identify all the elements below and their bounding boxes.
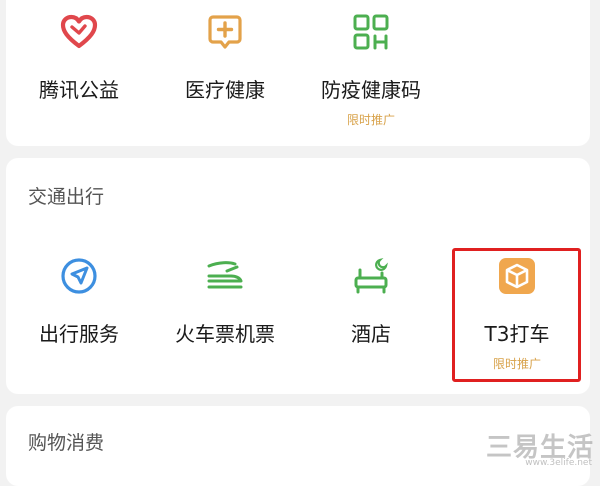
train-icon [205, 256, 245, 296]
navigation-arrow-icon [59, 256, 99, 296]
tile-train-flight-tickets[interactable]: 火车票机票 [152, 256, 298, 347]
tile-medical-health[interactable]: 医疗健康 [152, 12, 298, 103]
tile-health-code[interactable]: 防疫健康码 限时推广 [298, 12, 444, 128]
tile-label: 酒店 [351, 322, 391, 346]
tile-trip-service[interactable]: 出行服务 [6, 256, 152, 347]
tile-label: T3打车 [484, 322, 550, 346]
medical-cross-icon [205, 12, 245, 52]
tile-label: 腾讯公益 [39, 78, 119, 102]
promo-badge: 限时推广 [346, 113, 395, 127]
promo-badge: 限时推广 [492, 357, 541, 371]
tile-label: 防疫健康码 [321, 78, 421, 102]
section-title-travel: 交通出行 [28, 186, 105, 208]
tile-label: 出行服务 [39, 322, 119, 346]
tile-tencent-charity[interactable]: 腾讯公益 [6, 12, 152, 103]
heart-icon [59, 12, 99, 52]
tile-label: 火车票机票 [175, 322, 275, 346]
service-card-travel: 交通出行 出行服务 火车票机票 酒店 T3打车 限时推广 [6, 158, 590, 394]
tile-hotel[interactable]: 酒店 [298, 256, 444, 347]
qr-code-icon [351, 12, 391, 52]
tile-label: 医疗健康 [185, 78, 265, 102]
watermark-url: www.3elife.net [525, 458, 592, 468]
hotel-bed-icon [351, 256, 391, 296]
service-card-top: 腾讯公益 医疗健康 防疫健康码 限时推广 [6, 0, 590, 146]
t3-car-icon [497, 256, 537, 296]
tile-t3-taxi[interactable]: T3打车 限时推广 [444, 256, 590, 372]
section-title-shopping: 购物消费 [28, 432, 105, 454]
